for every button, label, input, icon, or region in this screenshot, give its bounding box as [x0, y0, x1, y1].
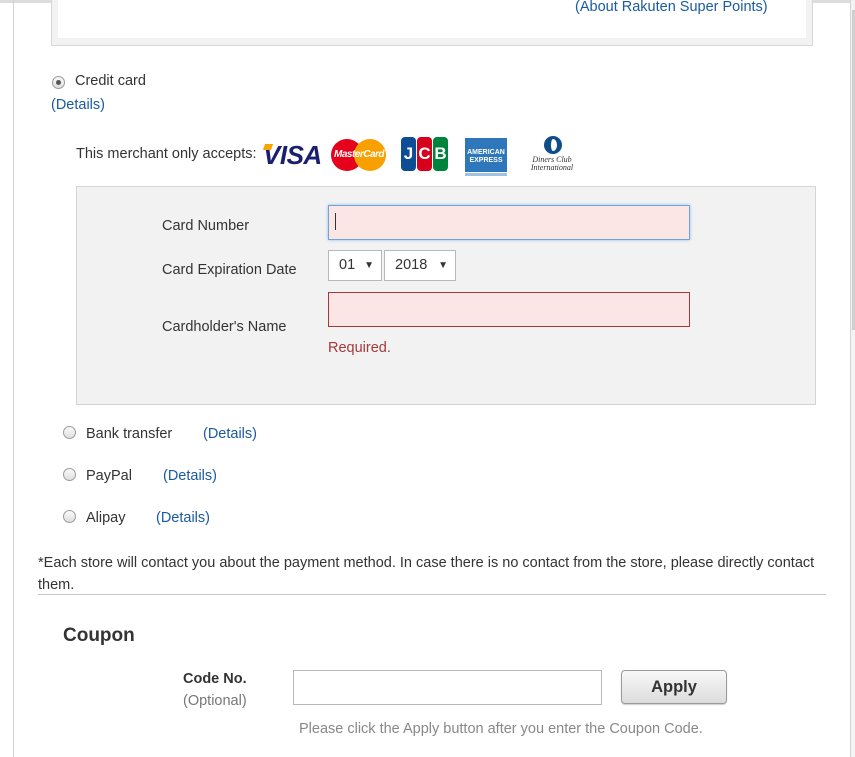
bank-transfer-details-link[interactable]: (Details)	[203, 426, 257, 442]
dropdown-arrow-icon: ▼	[438, 260, 448, 271]
cardholder-label: Cardholder's Name	[162, 319, 287, 335]
coupon-title: Coupon	[63, 625, 135, 646]
expiration-year-value: 2018	[395, 257, 428, 273]
credit-card-details-link[interactable]: (Details)	[51, 97, 105, 113]
amex-logo: AMERICAN EXPRESS	[465, 138, 507, 176]
card-number-input[interactable]	[328, 205, 690, 240]
section-divider	[38, 594, 826, 595]
coupon-code-input[interactable]	[293, 670, 602, 705]
about-points-link[interactable]: (About Rakuten Super Points)	[575, 0, 768, 15]
mastercard-logo-text: MasterCard	[333, 149, 385, 160]
jcb-logo: J C B	[401, 137, 448, 173]
radio-unselected-icon[interactable]	[63, 510, 76, 523]
diners-logo-text: Diners Club International	[530, 155, 574, 172]
apply-button[interactable]: Apply	[621, 670, 727, 704]
card-number-label: Card Number	[162, 218, 250, 234]
alipay-details-link[interactable]: (Details)	[156, 510, 210, 526]
paypal-details-link[interactable]: (Details)	[163, 468, 217, 484]
text-caret	[335, 213, 336, 230]
jcb-letter-b: B	[433, 137, 448, 171]
code-optional-label: (Optional)	[183, 693, 247, 709]
jcb-letter-c: C	[417, 137, 432, 171]
accepts-text: This merchant only accepts:	[76, 146, 257, 162]
visa-logo: VISA	[263, 140, 325, 176]
bank-transfer-label[interactable]: Bank transfer	[86, 426, 172, 442]
diners-club-logo: Diners Club International	[520, 136, 584, 172]
expiration-year-select[interactable]: 2018 ▼	[384, 250, 456, 281]
expiration-month-select[interactable]: 01 ▼	[328, 250, 382, 281]
alipay-label[interactable]: Alipay	[86, 510, 126, 526]
expiration-label: Card Expiration Date	[162, 262, 297, 278]
coupon-hint-text: Please click the Apply button after you …	[299, 721, 703, 737]
cardholder-name-input[interactable]	[328, 292, 690, 327]
visa-logo-text: VISA	[263, 140, 322, 170]
radio-selected-icon[interactable]	[52, 76, 65, 89]
mastercard-logo: MasterCard	[331, 137, 387, 173]
credit-card-label[interactable]: Credit card	[75, 73, 146, 89]
dropdown-arrow-icon: ▼	[364, 260, 374, 271]
radio-unselected-icon[interactable]	[63, 426, 76, 439]
left-border	[13, 0, 14, 757]
code-number-label: Code No.	[183, 671, 247, 687]
payment-note: *Each store will contact you about the p…	[38, 555, 815, 593]
paypal-label[interactable]: PayPal	[86, 468, 132, 484]
expiration-month-value: 01	[339, 257, 356, 273]
amex-logo-text: AMERICAN EXPRESS	[467, 149, 505, 164]
required-error-text: Required.	[328, 340, 391, 356]
jcb-letter-j: J	[401, 137, 416, 171]
radio-unselected-icon[interactable]	[63, 468, 76, 481]
